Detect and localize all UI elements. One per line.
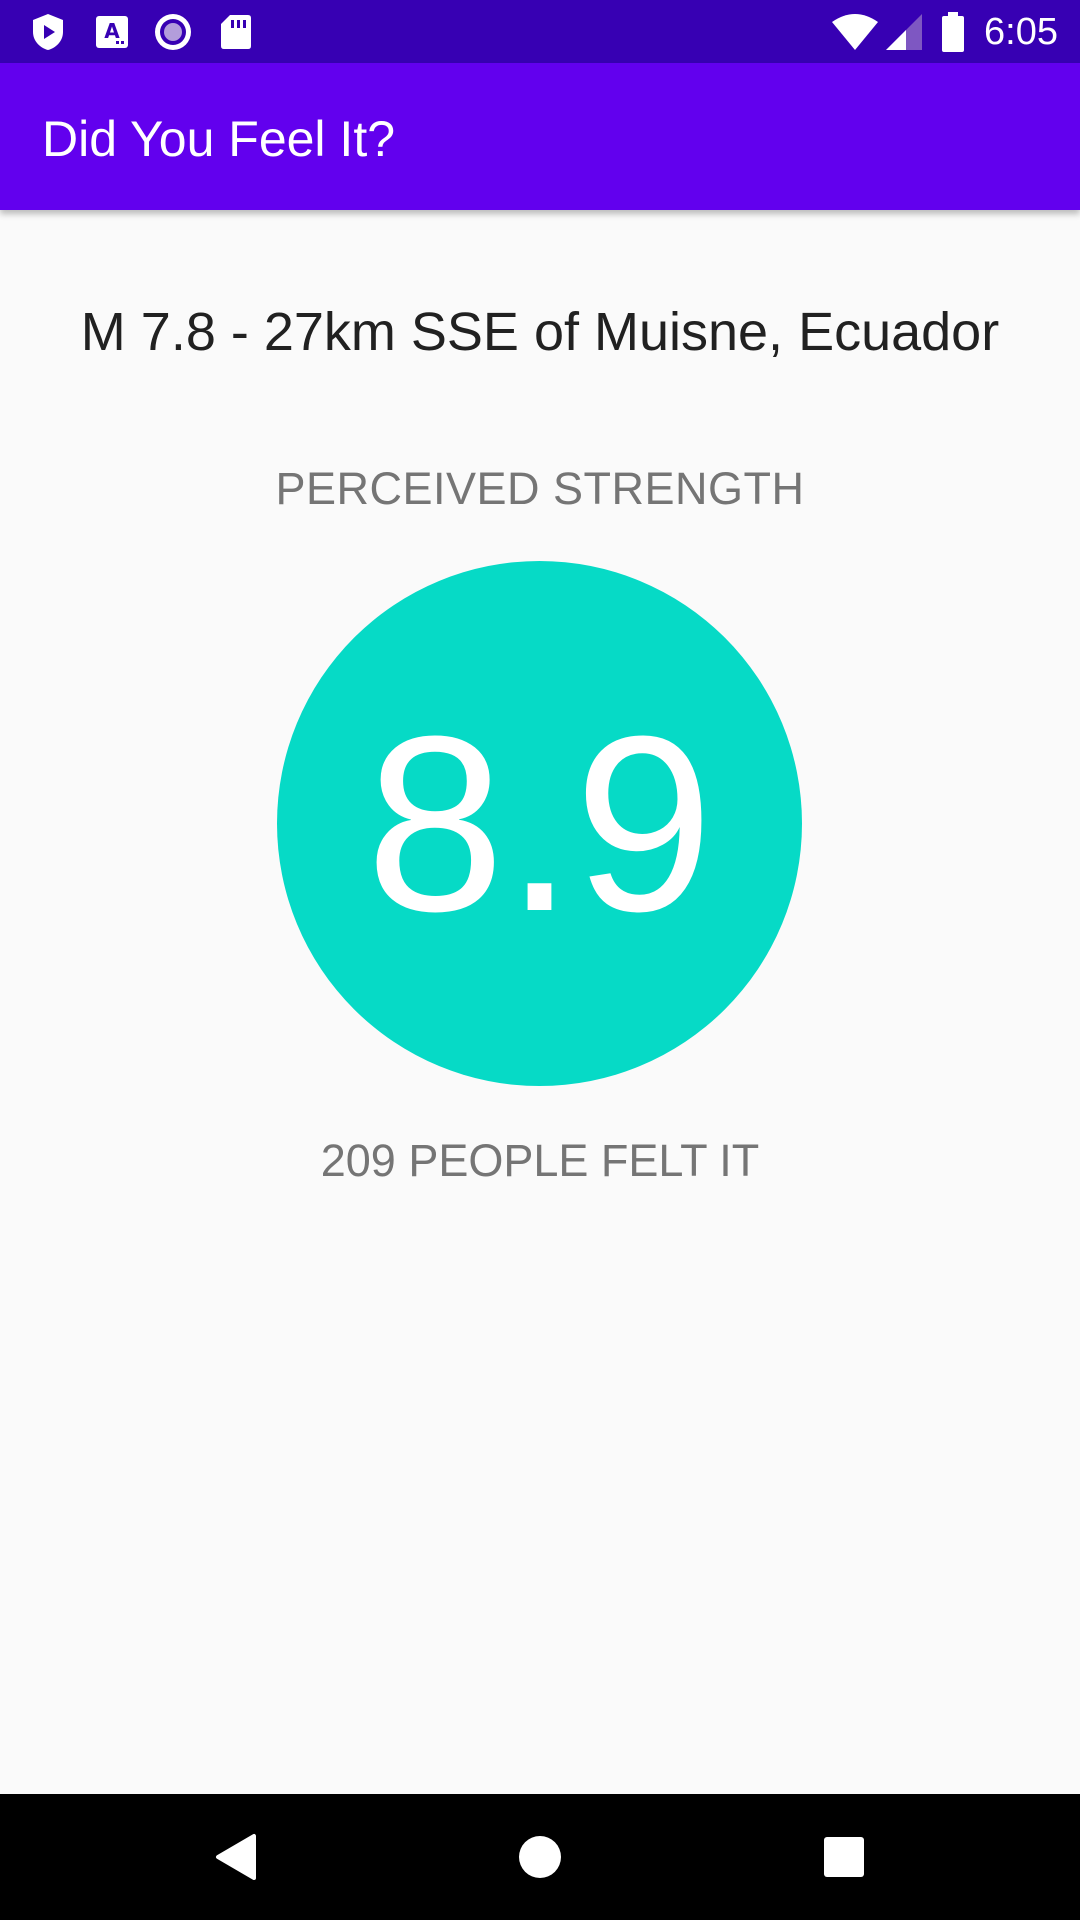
perceived-strength-label: PERCEIVED STRENGTH	[275, 463, 805, 514]
earthquake-title: M 7.8 - 27km SSE of Muisne, Ecuador	[80, 302, 1000, 362]
app-bar: Did You Feel It?	[0, 63, 1080, 210]
wifi-icon	[830, 12, 880, 52]
navigation-bar	[0, 1794, 1080, 1920]
perceived-strength-value: 8.9	[365, 683, 714, 963]
felt-count-label: 209 PEOPLE FELT IT	[320, 1135, 760, 1186]
battery-icon	[938, 12, 968, 52]
font-app-icon: A	[92, 12, 132, 52]
cell-signal-icon	[884, 12, 924, 52]
status-bar: A 6:05	[0, 0, 1080, 63]
shield-icon	[28, 12, 68, 52]
circle-app-icon	[153, 12, 193, 52]
sd-card-icon	[216, 12, 256, 52]
svg-text:A: A	[104, 19, 120, 43]
recents-icon[interactable]	[814, 1827, 874, 1887]
back-icon[interactable]	[207, 1827, 267, 1887]
perceived-strength-circle: 8.9	[277, 561, 802, 1086]
app-title: Did You Feel It?	[42, 111, 396, 167]
earthquake-detail: M 7.8 - 27km SSE of Muisne, Ecuador PERC…	[0, 210, 1080, 1794]
clock: 6:05	[984, 11, 1058, 53]
home-icon[interactable]	[510, 1827, 570, 1887]
